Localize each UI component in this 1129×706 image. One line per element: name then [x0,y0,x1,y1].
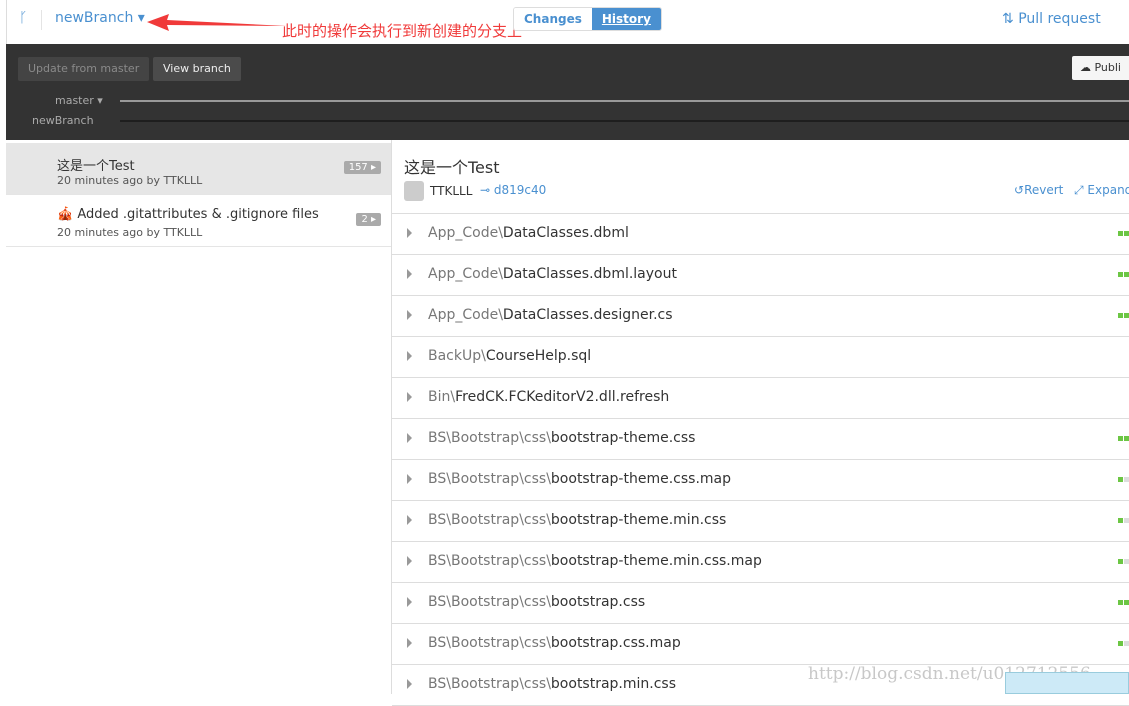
diff-stat [1118,477,1129,482]
file-row[interactable]: BS\Bootstrap\css\bootstrap.css.map [392,624,1129,665]
file-row[interactable]: App_Code\DataClasses.dbml [392,214,1129,255]
diff-stat [1118,641,1129,646]
tab-history[interactable]: History [591,8,661,30]
expand-triangle-icon[interactable] [407,433,412,443]
commit-sha[interactable]: ⊸ d819c40 [480,183,546,197]
graph-label-newbranch: newBranch [32,114,94,127]
expand-triangle-icon[interactable] [407,392,412,402]
update-from-master-button[interactable]: Update from master [18,57,150,81]
file-path: App_Code\DataClasses.designer.cs [428,307,673,323]
file-path: App_Code\DataClasses.dbml [428,225,629,241]
newbranch-line [120,120,1129,122]
expand-triangle-icon[interactable] [407,515,412,525]
diff-stat [1118,272,1129,277]
file-count-badge: 2 ▸ [356,213,381,226]
file-count-badge: 157 ▸ [343,161,381,174]
graph-label-master[interactable]: master ▾ [55,94,103,107]
expand-icon: ⤢ [1074,183,1088,197]
branch-icon: ᚴ [19,10,28,26]
expand-triangle-icon[interactable] [407,556,412,566]
diff-stat [1118,559,1129,564]
cloud-upload-icon: ☁ [1079,61,1095,74]
expand-triangle-icon[interactable] [407,679,412,689]
revert-icon: ↺ [1014,183,1025,197]
pull-request-button[interactable]: ⇅ Pull request [1002,11,1101,27]
top-bar: ᚴ newBranch ▾ 此时的操作会执行到新创建的分支上 Changes H… [6,0,1129,44]
annotation-text: 此时的操作会执行到新创建的分支上 [282,22,523,40]
file-path: Bin\FredCK.FCKeditorV2.dll.refresh [428,389,670,405]
publish-button[interactable]: ☁ Publi [1071,56,1129,80]
expand-triangle-icon[interactable] [407,597,412,607]
ime-toolbar [1005,672,1129,694]
branch-selector[interactable]: newBranch ▾ [55,10,145,26]
file-row[interactable]: Bin\FredCK.FCKeditorV2.dll.refresh [392,378,1129,419]
expand-triangle-icon[interactable] [407,474,412,484]
commit-icon: ⊸ [480,183,494,197]
pull-request-icon: ⇅ [1002,11,1019,27]
file-path: BS\Bootstrap\css\bootstrap.min.css [428,676,677,692]
expand-triangle-icon[interactable] [407,638,412,648]
file-row[interactable]: App_Code\DataClasses.designer.cs [392,296,1129,337]
view-branch-button[interactable]: View branch [153,57,241,81]
expand-triangle-icon[interactable] [407,351,412,361]
diff-stat [1118,436,1129,441]
expand-button[interactable]: ⤢ Expand [1074,183,1129,198]
file-list: App_Code\DataClasses.dbml App_Code\DataCl… [392,213,1129,706]
diff-stat [1118,518,1129,523]
commit-detail: 这是一个Test TTKLLL ⊸ d819c40 ↺Revert ⤢ Expa… [392,140,1129,706]
file-row[interactable]: App_Code\DataClasses.dbml.layout [392,255,1129,296]
file-path: BS\Bootstrap\css\bootstrap-theme.css.map [428,471,732,487]
file-path: BS\Bootstrap\css\bootstrap-theme.min.css… [428,553,762,569]
branch-toolbar: Update from master View branch ☁ Publi m… [6,44,1129,140]
file-row[interactable]: BS\Bootstrap\css\bootstrap-theme.css.map [392,460,1129,501]
author: TTKLLL [430,184,473,198]
expand-triangle-icon[interactable] [407,228,412,238]
revert-button[interactable]: ↺Revert [1014,183,1063,197]
file-path: BS\Bootstrap\css\bootstrap.css.map [428,635,681,651]
file-path: BS\Bootstrap\css\bootstrap-theme.css [428,430,696,446]
commit-item[interactable]: 🎪 Added .gitattributes & .gitignore file… [6,195,391,247]
expand-triangle-icon[interactable] [407,269,412,279]
file-row[interactable]: BackUp\CourseHelp.sql [392,337,1129,378]
commit-title: 这是一个Test [404,158,500,177]
master-line [120,100,1129,102]
commit-item[interactable]: 这是一个Test 20 minutes ago by TTKLLL 157 ▸ [6,143,391,195]
diff-stat [1118,600,1129,605]
file-row[interactable]: BS\Bootstrap\css\bootstrap-theme.min.css… [392,542,1129,583]
expand-triangle-icon[interactable] [407,310,412,320]
file-row[interactable]: BS\Bootstrap\css\bootstrap.css [392,583,1129,624]
file-row[interactable]: BS\Bootstrap\css\bootstrap-theme.css [392,419,1129,460]
annotation-arrow [147,14,287,31]
avatar [404,181,424,201]
file-path: BackUp\CourseHelp.sql [428,348,592,364]
file-path: BS\Bootstrap\css\bootstrap-theme.min.css [428,512,727,528]
file-path: App_Code\DataClasses.dbml.layout [428,266,677,282]
divider [41,10,42,30]
view-tabs: Changes History [513,7,662,31]
file-row[interactable]: BS\Bootstrap\css\bootstrap-theme.min.css [392,501,1129,542]
file-path: BS\Bootstrap\css\bootstrap.css [428,594,646,610]
diff-stat [1118,313,1129,318]
diff-stat [1118,231,1129,236]
commit-list: 这是一个Test 20 minutes ago by TTKLLL 157 ▸ … [6,140,392,694]
tab-changes[interactable]: Changes [514,8,592,30]
